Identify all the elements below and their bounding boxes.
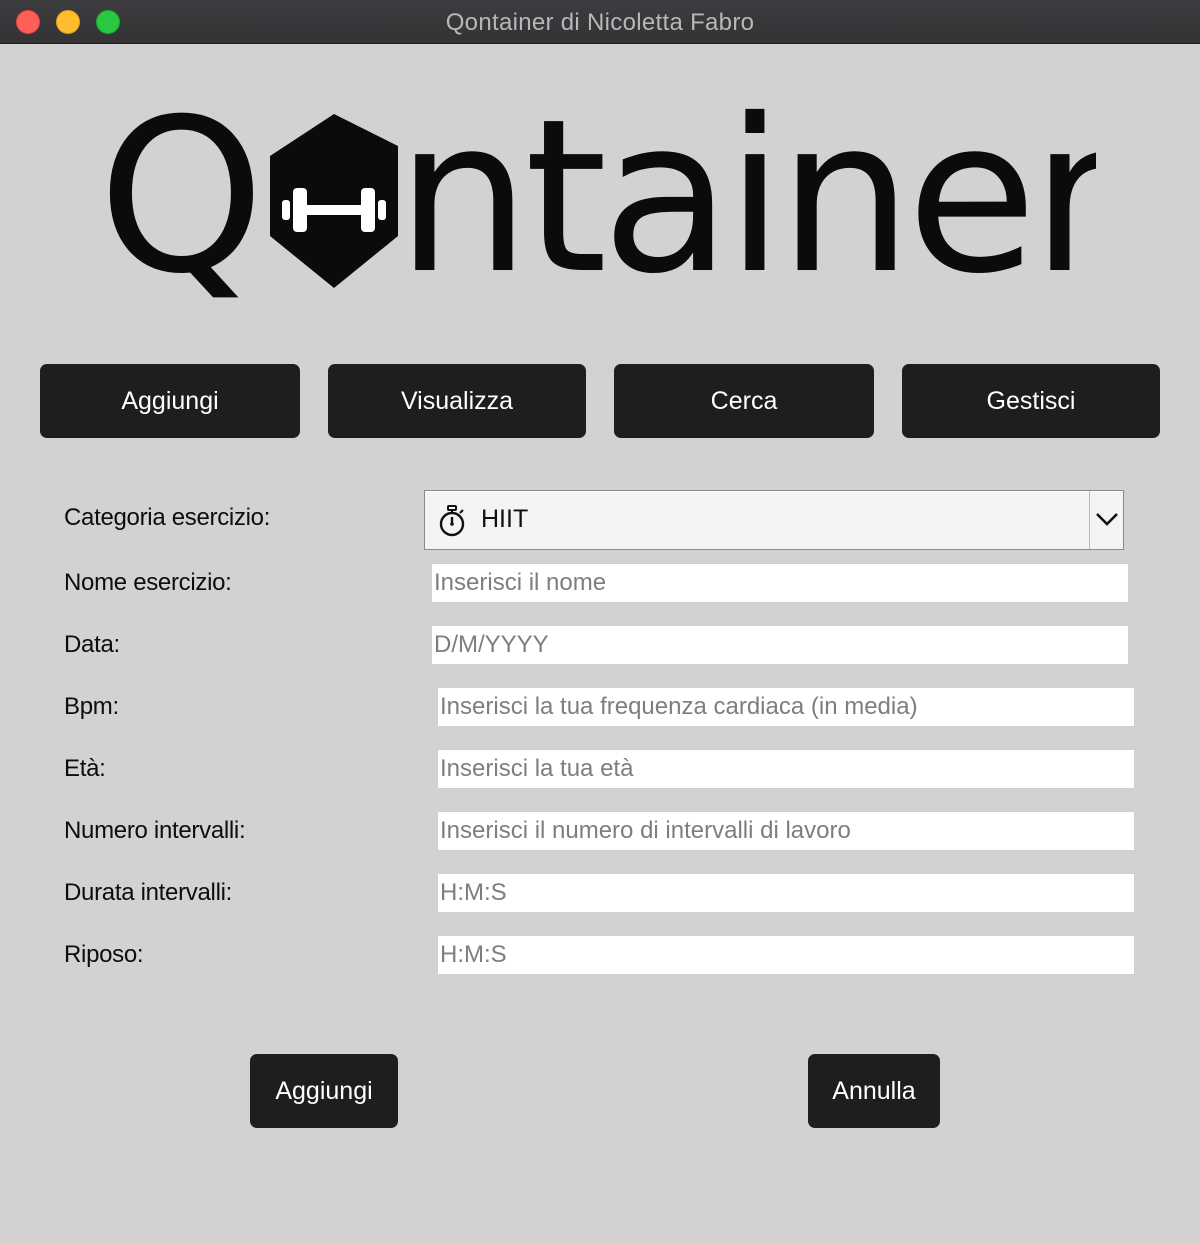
nav-search-button[interactable]: Cerca (614, 364, 874, 438)
stopwatch-icon (439, 505, 465, 537)
rest-label: Riposo: (64, 941, 144, 968)
title-bar: Qontainer di Nicoletta Fabro (0, 0, 1200, 44)
add-button[interactable]: Aggiungi (250, 1054, 398, 1128)
rest-input[interactable] (437, 935, 1135, 975)
name-label: Nome esercizio: (64, 569, 232, 596)
app-window: Qontainer di Nicoletta Fabro Q ntainer A… (0, 0, 1200, 1244)
name-input[interactable] (431, 563, 1129, 603)
intervals-label: Numero intervalli: (64, 817, 246, 844)
bpm-label: Bpm: (64, 693, 119, 720)
category-select-value: HIIT (481, 505, 529, 533)
interval-duration-input[interactable] (437, 873, 1135, 913)
nav-manage-button[interactable]: Gestisci (902, 364, 1160, 438)
interval-duration-label: Durata intervalli: (64, 879, 233, 906)
category-select[interactable]: HIIT (424, 490, 1124, 550)
logo-text-ntainer: ntainer (396, 96, 1096, 320)
dumbbell-hexagon-icon (270, 114, 398, 288)
nav-add-button[interactable]: Aggiungi (40, 364, 300, 438)
qontainer-logo: Q ntainer (98, 96, 1096, 320)
window-title: Qontainer di Nicoletta Fabro (445, 9, 755, 36)
category-label: Categoria esercizio: (64, 504, 271, 531)
age-label: Età: (64, 755, 106, 782)
logo-letter-q: Q (98, 96, 259, 320)
age-input[interactable] (437, 749, 1135, 789)
bpm-input[interactable] (437, 687, 1135, 727)
nav-view-button[interactable]: Visualizza (328, 364, 586, 438)
chevron-down-icon (1096, 513, 1118, 526)
date-label: Data: (64, 631, 120, 658)
category-dropdown-toggle[interactable] (1089, 491, 1123, 549)
cancel-button[interactable]: Annulla (808, 1054, 940, 1128)
intervals-input[interactable] (437, 811, 1135, 851)
date-input[interactable] (431, 625, 1129, 665)
